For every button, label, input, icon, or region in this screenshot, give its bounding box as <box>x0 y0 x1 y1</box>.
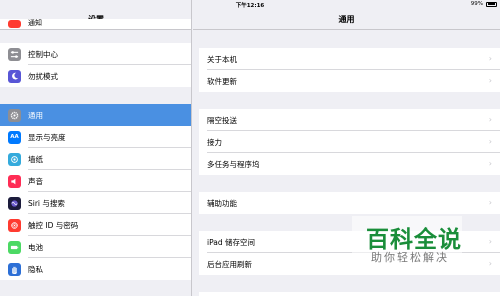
chevron-right-icon: › <box>488 159 492 168</box>
control-center-icon <box>8 47 21 61</box>
row-partial <box>199 292 500 296</box>
sidebar-item-label: 墙纸 <box>28 154 43 164</box>
chevron-right-icon: › <box>488 137 492 146</box>
sidebar-item-label: 勿扰模式 <box>28 71 58 81</box>
row-accessibility[interactable]: 辅助功能 › <box>199 192 500 214</box>
row-label: iPad 储存空间 <box>207 237 256 247</box>
watermark-subtitle: 助你轻松解决 <box>371 251 449 264</box>
sidebar-item-sounds[interactable]: 声音 <box>0 170 191 192</box>
sidebar-item-notifications[interactable]: 通知 <box>0 19 191 29</box>
row-label: 后台应用刷新 <box>207 259 252 269</box>
chevron-right-icon: › <box>488 76 492 85</box>
sidebar-item-label: 隐私 <box>28 264 43 274</box>
siri-icon <box>8 196 21 210</box>
row-label: 接力 <box>207 137 222 147</box>
privacy-hand-icon <box>8 262 21 276</box>
sidebar-item-privacy[interactable]: 隐私 <box>0 258 191 280</box>
chevron-right-icon: › <box>488 54 492 63</box>
sidebar-item-label: 显示与亮度 <box>28 132 66 142</box>
chevron-right-icon: › <box>488 259 492 268</box>
divider <box>193 29 500 30</box>
sidebar-item-display-brightness[interactable]: AA 显示与亮度 <box>0 126 191 148</box>
chevron-right-icon: › <box>488 237 492 246</box>
row-label: 隔空投送 <box>207 115 237 125</box>
sound-icon <box>8 174 21 188</box>
row-handoff[interactable]: 接力 › <box>199 131 500 153</box>
sidebar-item-label: Siri 与搜索 <box>28 198 65 208</box>
sidebar-item-touch-id-passcode[interactable]: 触控 ID 与密码 <box>0 214 191 236</box>
sidebar-item-wallpaper[interactable]: 墙纸 <box>0 148 191 170</box>
sidebar-item-control-center[interactable]: 控制中心 <box>0 43 191 65</box>
settings-master-pane: 设置 通知 控制中心 勿扰模式 通用 AA 显示与亮度 墙纸 <box>0 0 192 296</box>
notifications-icon <box>8 20 21 28</box>
wallpaper-icon <box>8 152 21 166</box>
divider <box>0 29 191 30</box>
sidebar-item-label: 电池 <box>28 242 43 252</box>
sidebar-item-do-not-disturb[interactable]: 勿扰模式 <box>0 65 191 87</box>
row-label: 多任务与程序坞 <box>207 159 260 169</box>
row-software-update[interactable]: 软件更新 › <box>199 70 500 92</box>
fingerprint-icon <box>8 218 21 232</box>
moon-icon <box>8 69 21 83</box>
row-label: 软件更新 <box>207 76 237 86</box>
sidebar-item-label: 声音 <box>28 176 43 186</box>
watermark: 百科全说 助你轻松解决 <box>352 216 462 274</box>
row-about[interactable]: 关于本机 › <box>199 48 500 70</box>
sidebar-item-label: 触控 ID 与密码 <box>28 220 79 230</box>
gear-icon <box>8 108 21 122</box>
sidebar-item-label: 通用 <box>28 110 43 120</box>
sidebar-item-label: 控制中心 <box>28 49 58 59</box>
row-label: 关于本机 <box>207 54 237 64</box>
battery-icon <box>8 240 21 254</box>
detail-title: 通用 <box>338 15 355 24</box>
row-airdrop[interactable]: 隔空投送 › <box>199 109 500 131</box>
chevron-right-icon: › <box>488 198 492 207</box>
chevron-right-icon: › <box>488 115 492 124</box>
sidebar-item-battery[interactable]: 电池 <box>0 236 191 258</box>
sidebar-item-general[interactable]: 通用 <box>0 104 191 126</box>
row-label: 辅助功能 <box>207 198 237 208</box>
sidebar-item-siri-search[interactable]: Siri 与搜索 <box>0 192 191 214</box>
display-icon: AA <box>8 130 21 144</box>
row-multitasking-dock[interactable]: 多任务与程序坞 › <box>199 153 500 175</box>
sidebar-item-label: 通知 <box>28 19 42 27</box>
